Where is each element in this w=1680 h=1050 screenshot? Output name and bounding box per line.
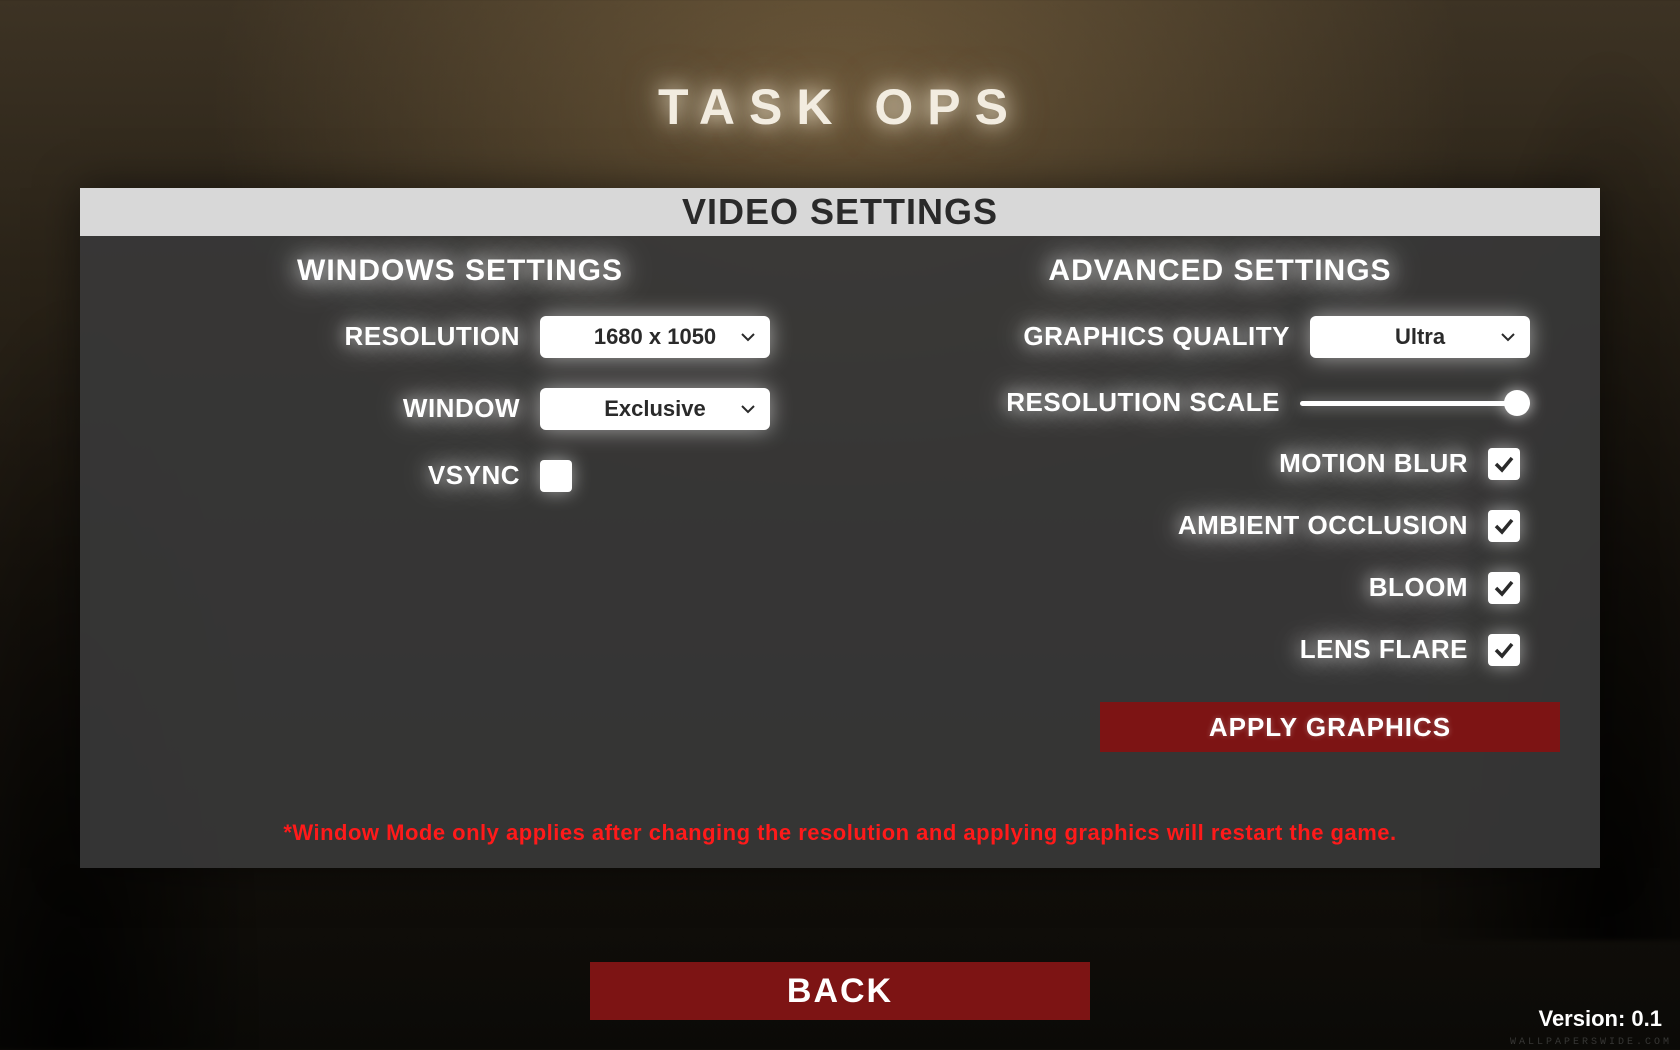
resolution-label: RESOLUTION <box>150 322 520 352</box>
section-title-windows: WINDOWS SETTINGS <box>297 254 623 288</box>
ambient-occlusion-checkbox[interactable] <box>1488 510 1520 542</box>
slider-thumb[interactable] <box>1504 390 1530 416</box>
window-dropdown[interactable]: Exclusive <box>540 388 770 430</box>
motion-blur-row: MOTION BLUR <box>910 448 1530 480</box>
graphics-quality-dropdown[interactable]: Ultra <box>1310 316 1530 358</box>
bloom-checkbox[interactable] <box>1488 572 1520 604</box>
resolution-value: 1680 x 1050 <box>594 324 716 350</box>
version-label: Version: 0.1 <box>1538 1006 1662 1032</box>
watermark-text: WALLPAPERSWIDE.COM <box>1510 1037 1672 1048</box>
resolution-scale-slider[interactable] <box>1300 388 1530 418</box>
vsync-label: VSYNC <box>150 461 520 491</box>
section-title-advanced: ADVANCED SETTINGS <box>1048 254 1391 288</box>
apply-graphics-button[interactable]: APPLY GRAPHICS <box>1100 702 1560 752</box>
graphics-quality-row: GRAPHICS QUALITY Ultra <box>910 316 1530 358</box>
game-title: TASK OPS <box>658 78 1022 136</box>
chevron-down-icon <box>1500 329 1516 345</box>
window-label: WINDOW <box>150 394 520 424</box>
resolution-row: RESOLUTION 1680 x 1050 <box>150 316 770 358</box>
check-icon <box>1492 638 1516 662</box>
lens-flare-label: LENS FLARE <box>910 635 1468 665</box>
lens-flare-checkbox[interactable] <box>1488 634 1520 666</box>
panel-title: VIDEO SETTINGS <box>80 188 1600 236</box>
check-icon <box>1492 514 1516 538</box>
graphics-quality-label: GRAPHICS QUALITY <box>910 322 1290 352</box>
window-value: Exclusive <box>604 396 706 422</box>
check-icon <box>1492 576 1516 600</box>
lens-flare-row: LENS FLARE <box>910 634 1530 666</box>
ambient-occlusion-row: AMBIENT OCCLUSION <box>910 510 1530 542</box>
vsync-row: VSYNC <box>150 460 770 492</box>
back-button[interactable]: BACK <box>590 962 1090 1020</box>
chevron-down-icon <box>740 401 756 417</box>
advanced-settings-column: ADVANCED SETTINGS GRAPHICS QUALITY Ultra… <box>870 254 1570 752</box>
window-row: WINDOW Exclusive <box>150 388 770 430</box>
resolution-scale-label: RESOLUTION SCALE <box>910 388 1280 418</box>
resolution-dropdown[interactable]: 1680 x 1050 <box>540 316 770 358</box>
windows-settings-column: WINDOWS SETTINGS RESOLUTION 1680 x 1050 … <box>110 254 810 752</box>
chevron-down-icon <box>740 329 756 345</box>
vsync-checkbox[interactable] <box>540 460 572 492</box>
graphics-quality-value: Ultra <box>1395 324 1445 350</box>
warning-text: *Window Mode only applies after changing… <box>80 820 1600 846</box>
check-icon <box>1492 452 1516 476</box>
motion-blur-label: MOTION BLUR <box>910 449 1468 479</box>
slider-track <box>1300 401 1530 406</box>
video-settings-panel: VIDEO SETTINGS WINDOWS SETTINGS RESOLUTI… <box>80 188 1600 868</box>
bloom-label: BLOOM <box>910 573 1468 603</box>
ambient-occlusion-label: AMBIENT OCCLUSION <box>1148 511 1468 541</box>
bloom-row: BLOOM <box>910 572 1530 604</box>
resolution-scale-row: RESOLUTION SCALE <box>910 388 1530 418</box>
motion-blur-checkbox[interactable] <box>1488 448 1520 480</box>
